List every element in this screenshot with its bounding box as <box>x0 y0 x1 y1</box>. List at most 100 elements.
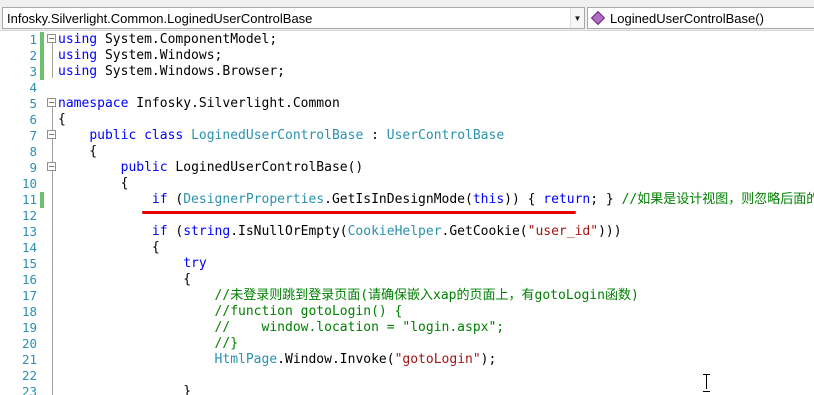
code-line[interactable]: 9 public LoginedUserControlBase() <box>0 160 814 176</box>
code-line[interactable]: 3 using System.Windows.Browser; <box>0 64 814 80</box>
code-text: //未登录则跳到登录页面(请确保嵌入xap的页面上，有gotoLogin函数) <box>58 288 639 304</box>
code-line[interactable]: 13 if (string.IsNullOrEmpty(CookieHelper… <box>0 224 814 240</box>
code-text: { <box>58 144 97 160</box>
line-number: 17 <box>21 288 37 303</box>
code-type: CookieHelper <box>347 224 442 239</box>
code-text: //} <box>58 336 238 352</box>
code-line[interactable]: 1 using System.ComponentModel; <box>0 32 814 48</box>
line-number: 3 <box>29 64 37 79</box>
code-text: try <box>58 256 206 272</box>
code-line[interactable]: 7 public class LoginedUserControlBase : … <box>0 128 814 144</box>
code-token: .Window.Invoke( <box>277 352 395 367</box>
code-token: System.ComponentModel; <box>97 32 278 47</box>
code-line[interactable]: 11 if (DesignerProperties.GetIsInDesignM… <box>0 192 814 208</box>
code-line[interactable]: 5 namespace Infosky.Silverlight.Common <box>0 96 814 112</box>
code-type: UserControlBase <box>386 128 505 143</box>
code-text: { <box>58 240 160 256</box>
member-dropdown-label: LoginedUserControlBase() <box>610 10 764 26</box>
line-number: 22 <box>21 368 37 383</box>
code-keyword: if <box>151 192 168 207</box>
line-number: 5 <box>29 96 37 111</box>
code-line[interactable]: 18 //function gotoLogin() { <box>0 304 814 320</box>
line-number: 9 <box>29 160 37 175</box>
code-token: )) { <box>504 192 544 207</box>
code-line[interactable]: 15 try <box>0 256 814 272</box>
code-keyword: class <box>144 128 184 143</box>
line-number: 13 <box>21 224 37 239</box>
code-line[interactable]: 12 <box>0 208 814 224</box>
line-number: 23 <box>21 384 37 395</box>
code-token: .IsNullOrEmpty( <box>230 224 348 239</box>
code-text: using System.Windows; <box>58 48 222 64</box>
code-line[interactable]: 16 { <box>0 272 814 288</box>
change-marker <box>40 64 44 80</box>
code-text: } <box>58 384 191 395</box>
code-line[interactable]: 10 { <box>0 176 814 192</box>
line-number: 12 <box>21 208 37 223</box>
line-number: 16 <box>21 272 37 287</box>
change-marker <box>40 192 44 208</box>
code-token: ))) <box>598 224 622 239</box>
code-line[interactable]: 17 //未登录则跳到登录页面(请确保嵌入xap的页面上，有gotoLogin函… <box>0 288 814 304</box>
code-token: .GetIsInDesignMode( <box>324 192 473 207</box>
code-text: using System.Windows.Browser; <box>58 64 285 80</box>
line-number: 6 <box>29 112 37 127</box>
code-line[interactable]: 4 <box>0 80 814 96</box>
code-line[interactable]: 8 { <box>0 144 814 160</box>
code-keyword: using <box>58 64 98 79</box>
code-line[interactable]: 14 { <box>0 240 814 256</box>
member-dropdown[interactable]: LoginedUserControlBase() <box>587 7 814 29</box>
code-text: if (DesignerProperties.GetIsInDesignMode… <box>58 192 814 208</box>
code-comment: //未登录则跳到登录页面(请确保嵌入xap的页面上，有gotoLogin函数) <box>214 288 639 303</box>
code-text: //function gotoLogin() { <box>58 304 403 320</box>
code-text: { <box>58 176 129 192</box>
code-token: ( <box>167 192 184 207</box>
code-text: HtmlPage.Window.Invoke("gotoLogin"); <box>58 352 497 368</box>
code-text: public class LoginedUserControlBase : Us… <box>58 128 504 144</box>
code-token: { <box>58 176 129 191</box>
code-text: { <box>58 272 191 288</box>
line-number: 21 <box>21 352 37 367</box>
code-token: System.Windows.Browser; <box>97 64 285 79</box>
line-number: 10 <box>21 176 37 191</box>
line-number: 15 <box>21 256 37 271</box>
code-line[interactable]: 21 HtmlPage.Window.Invoke("gotoLogin"); <box>0 352 814 368</box>
code-keyword: using <box>58 48 98 63</box>
code-token: System.Windows; <box>97 48 223 63</box>
code-line[interactable]: 23 } <box>0 384 814 395</box>
code-keyword: this <box>472 192 505 207</box>
code-line[interactable]: 22 <box>0 368 814 384</box>
code-string: "gotoLogin" <box>394 352 481 367</box>
code-text: { <box>58 112 66 128</box>
code-text: namespace Infosky.Silverlight.Common <box>58 96 340 112</box>
line-number: 7 <box>29 128 37 143</box>
type-dropdown[interactable]: Infosky.Silverlight.Common.LoginedUserCo… <box>2 7 585 29</box>
code-line[interactable]: 2 using System.Windows; <box>0 48 814 64</box>
code-editor[interactable]: − − − − 1 using System.ComponentModel; 2 us… <box>0 31 814 395</box>
change-marker <box>40 32 44 48</box>
code-text: if (string.IsNullOrEmpty(CookieHelper.Ge… <box>58 224 622 240</box>
line-number: 18 <box>21 304 37 319</box>
line-number: 19 <box>21 320 37 335</box>
method-icon <box>592 13 604 23</box>
code-type: HtmlPage <box>214 352 278 367</box>
code-line[interactable]: 6{ <box>0 112 814 128</box>
code-line[interactable]: 19 // window.location = "login.aspx"; <box>0 320 814 336</box>
code-type: DesignerProperties <box>183 192 325 207</box>
code-keyword: using <box>58 32 98 47</box>
code-token: { <box>58 272 192 287</box>
code-keyword: namespace <box>58 96 129 111</box>
code-token: .GetCookie( <box>441 224 528 239</box>
code-text: public LoginedUserControlBase() <box>58 160 364 176</box>
code-comment: //function gotoLogin() { <box>214 304 403 319</box>
code-line[interactable]: 20 //} <box>0 336 814 352</box>
change-marker <box>40 48 44 64</box>
chevron-down-icon[interactable]: ▼ <box>570 8 584 28</box>
